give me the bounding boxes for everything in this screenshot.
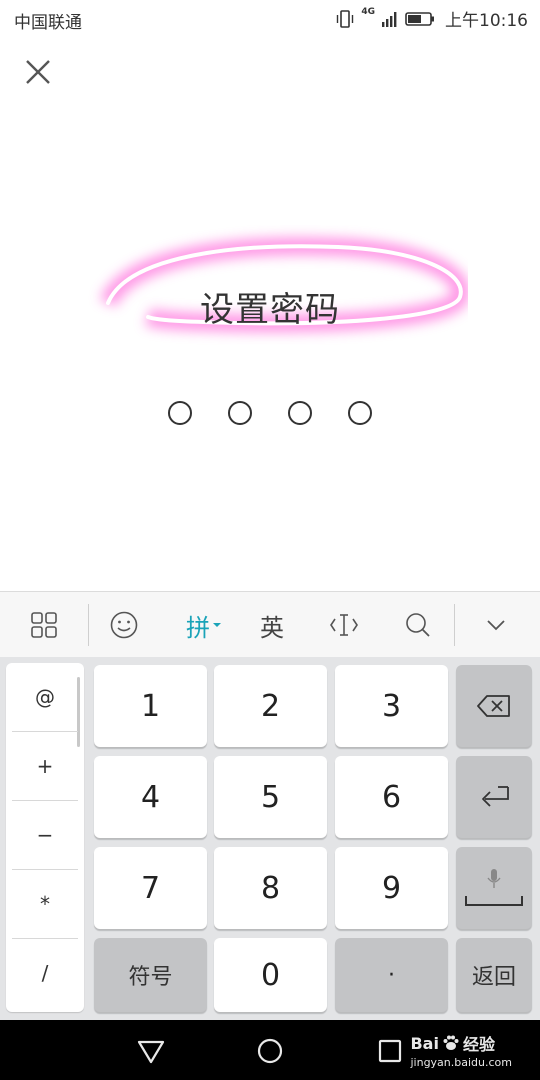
english-label: 英 (260, 613, 284, 642)
symbol-key-plus[interactable]: + (6, 732, 84, 800)
key-0[interactable]: 0 (214, 938, 327, 1012)
network-type: 4G (361, 7, 375, 17)
search-icon (406, 613, 430, 637)
key-7[interactable]: 7 (94, 847, 207, 929)
key-1[interactable]: 1 (94, 665, 207, 747)
watermark-suffix: 经验 (462, 1035, 495, 1054)
search-button[interactable] (388, 592, 448, 658)
back-button[interactable] (134, 1034, 168, 1068)
smiley-icon (110, 611, 138, 639)
recents-square-icon (378, 1039, 402, 1063)
paw-logo-icon (443, 1035, 459, 1050)
watermark-url: jingyan.baidu.com (410, 1056, 512, 1069)
battery-icon (405, 11, 434, 26)
key-9[interactable]: 9 (335, 847, 448, 929)
text-cursor-icon (330, 614, 358, 636)
pin-indicator (168, 401, 372, 431)
home-circle-icon (257, 1038, 283, 1064)
symbol-key-slash[interactable]: / (6, 939, 84, 1007)
back-triangle-icon (137, 1040, 165, 1064)
symbol-key-minus[interactable]: − (6, 801, 84, 869)
pin-dot (348, 401, 372, 425)
symbols-button[interactable]: 符号 (94, 938, 207, 1012)
toolbar-divider (88, 604, 89, 646)
status-bar: 中国联通 4G 上午10:16 (0, 0, 540, 36)
key-8[interactable]: 8 (214, 847, 327, 929)
key-6[interactable]: 6 (335, 756, 448, 838)
watermark-brand-text: Bai (410, 1033, 439, 1053)
close-icon (26, 60, 50, 84)
symbol-key-at[interactable]: @ (6, 663, 84, 731)
chevron-down-icon (487, 620, 505, 631)
key-2[interactable]: 2 (214, 665, 327, 747)
numeric-keyboard: @ + − * / 1 2 3 4 5 6 7 8 9 符号 0 · 返回 (0, 657, 540, 1020)
backspace-button[interactable] (456, 665, 532, 747)
hide-keyboard-button[interactable] (466, 592, 526, 658)
enter-icon (482, 786, 509, 807)
enter-button[interactable] (456, 756, 532, 838)
pin-dot (228, 401, 252, 425)
return-button[interactable]: 返回 (456, 938, 532, 1012)
key-5[interactable]: 5 (214, 756, 327, 838)
watermark-brand: Bai 经验 (410, 1031, 512, 1055)
pin-dot (288, 401, 312, 425)
toolbar-divider (454, 604, 455, 646)
pin-dot (168, 401, 192, 425)
pinyin-label: 拼 (186, 613, 210, 642)
keyboard-toolbar: 拼 英 (0, 591, 540, 658)
microphone-icon (487, 869, 501, 888)
recents-button[interactable] (373, 1034, 407, 1068)
dot-key[interactable]: · (335, 938, 448, 1012)
baidu-watermark: Bai 经验 jingyan.baidu.com (410, 1020, 512, 1080)
signal-icon (382, 11, 397, 27)
clock: 上午10:16 (445, 11, 528, 31)
emoji-button[interactable] (94, 592, 154, 658)
english-mode-button[interactable]: 英 (244, 592, 300, 658)
pinyin-mode-button[interactable]: 拼 (176, 592, 232, 658)
carrier-name: 中国联通 (14, 13, 82, 33)
home-button[interactable] (253, 1034, 287, 1068)
backspace-icon (477, 695, 510, 717)
grid-icon (31, 612, 57, 638)
vibrate-icon (337, 9, 354, 28)
key-3[interactable]: 3 (335, 665, 448, 747)
voice-space-button[interactable] (456, 847, 532, 929)
symbol-list[interactable]: @ + − * / (6, 663, 84, 1012)
page-title: 设置密码 (200, 290, 340, 330)
space-bar-icon (465, 896, 523, 906)
apps-grid-button[interactable] (14, 592, 74, 658)
key-4[interactable]: 4 (94, 756, 207, 838)
status-icons: 4G 上午10:16 (335, 6, 528, 31)
cursor-edit-button[interactable] (314, 592, 374, 658)
close-button[interactable] (22, 56, 54, 88)
symbol-key-asterisk[interactable]: * (6, 870, 84, 938)
caret-down-icon (213, 623, 221, 627)
